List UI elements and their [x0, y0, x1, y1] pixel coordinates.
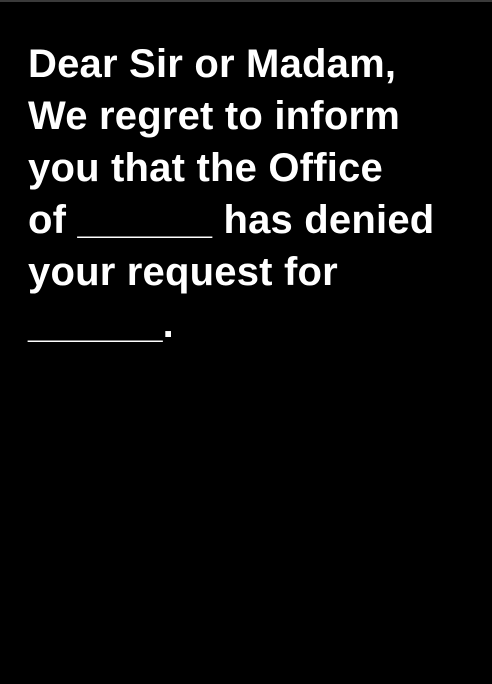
- black-card: Dear Sir or Madam, We regret to inform y…: [0, 0, 492, 684]
- card-text-line-4: of ______ has denied: [28, 198, 435, 242]
- card-text-line-5: your request for: [28, 250, 338, 294]
- card-text-line-2: We regret to inform: [28, 94, 400, 138]
- card-text-line-3: you that the Office: [28, 146, 383, 190]
- card-text-line-1: Dear Sir or Madam,: [28, 42, 397, 86]
- card-text-line-6: ______.: [28, 302, 174, 346]
- card-prompt-text: Dear Sir or Madam, We regret to inform y…: [28, 38, 478, 350]
